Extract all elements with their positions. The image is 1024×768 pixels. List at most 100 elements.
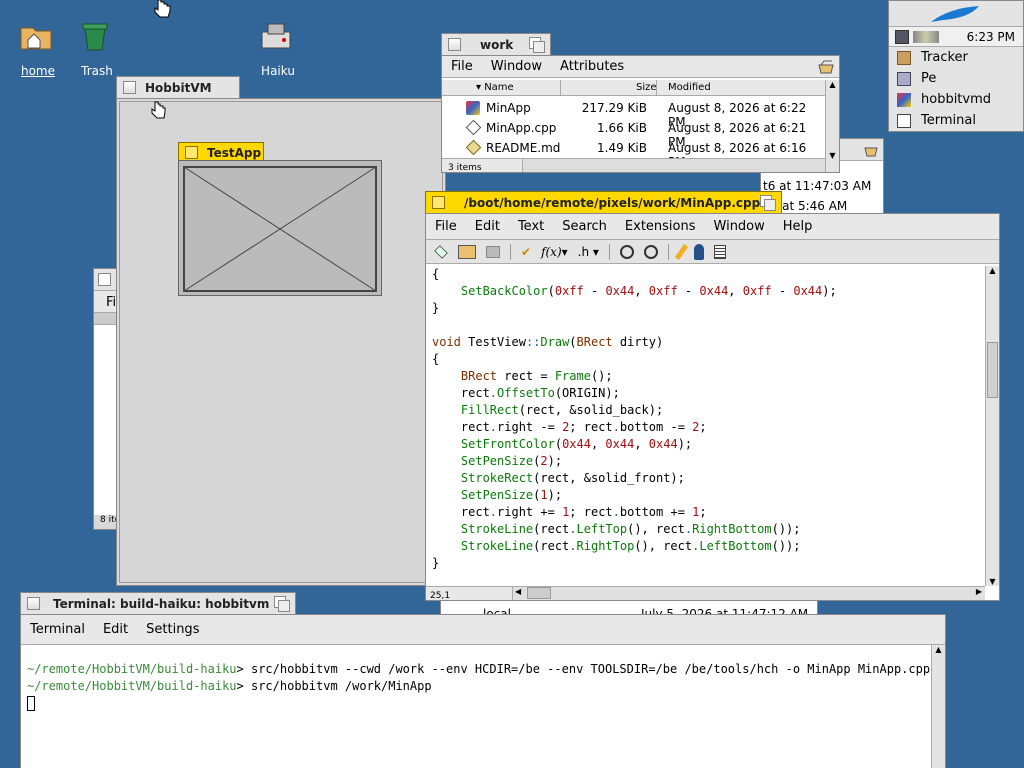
file-size: 1.49 KiB xyxy=(597,141,647,155)
testapp-tab[interactable]: TestApp xyxy=(178,142,264,162)
cursor-position: 25,1 xyxy=(430,591,451,601)
menu-file[interactable]: File xyxy=(426,219,466,234)
window-title: work xyxy=(480,37,514,52)
deskbar: 6:23 PM Tracker Pe hobbitvmd Terminal xyxy=(888,0,1024,132)
function-menu-icon[interactable]: f(x)▾ xyxy=(541,245,568,259)
tracker-menu-icon[interactable] xyxy=(863,142,879,158)
new-doc-icon[interactable] xyxy=(434,244,448,259)
text-file-icon xyxy=(465,139,482,156)
info-icon[interactable] xyxy=(693,243,704,260)
file-row[interactable]: README.md 1.49 KiB August 8, 2026 at 6:1… xyxy=(442,138,825,169)
vertical-scrollbar[interactable]: ▲ ▼ xyxy=(825,80,839,172)
horizontal-scrollbar[interactable] xyxy=(522,159,825,172)
code-line: void TestView::Draw(BRect dirty) xyxy=(432,335,664,349)
window-title: HobbitVM xyxy=(145,80,212,95)
menu-attributes[interactable]: Attributes xyxy=(551,59,633,74)
tray-icon[interactable] xyxy=(913,30,939,43)
file-size: 217.29 KiB xyxy=(581,101,647,115)
menu-edit[interactable]: Edit xyxy=(466,219,509,234)
testview[interactable] xyxy=(183,166,377,292)
zoom-icon[interactable] xyxy=(529,37,545,53)
tracker-menu-icon[interactable] xyxy=(817,59,835,75)
close-icon[interactable] xyxy=(448,38,461,51)
deskbar-item-hobbitvmd[interactable]: hobbitvmd xyxy=(889,89,1023,110)
save-icon[interactable] xyxy=(486,245,500,258)
menu-text[interactable]: Text xyxy=(509,219,553,234)
close-icon[interactable] xyxy=(432,196,445,209)
menu-help[interactable]: Help xyxy=(774,219,822,234)
work-tab[interactable]: work xyxy=(441,33,551,55)
code-line: SetPenSize(2); xyxy=(460,454,563,468)
code-line: } xyxy=(432,301,440,315)
horizontal-scrollbar[interactable]: ◀ ▶ xyxy=(512,587,985,600)
file-name: MinApp.cpp xyxy=(486,121,557,135)
file-name: README.md xyxy=(486,141,561,155)
find-next-icon[interactable] xyxy=(643,244,658,259)
deskbar-item-label: Tracker xyxy=(921,50,968,65)
app-icon xyxy=(897,92,911,107)
vertical-scrollbar[interactable]: ▲ xyxy=(931,645,945,768)
header-menu-icon[interactable]: .h ▾ xyxy=(578,245,599,259)
close-icon[interactable] xyxy=(98,273,111,286)
file-list: MinApp 217.29 KiB August 8, 2026 at 6:22… xyxy=(442,98,825,169)
terminal-output[interactable]: ~/remote/HobbitVM/build-haiku> src/hobbi… xyxy=(27,661,930,712)
status-bar: 3 items xyxy=(442,158,825,173)
menu-search[interactable]: Search xyxy=(553,219,616,234)
command-text: src/hobbitvm /work/MinApp xyxy=(250,679,432,693)
terminal-cursor xyxy=(27,696,35,711)
zoom-icon[interactable] xyxy=(274,596,290,612)
hand-cursor-icon xyxy=(151,101,166,119)
close-icon[interactable] xyxy=(185,146,198,159)
hobbitvm-tab[interactable]: HobbitVM xyxy=(116,76,240,98)
settings-icon[interactable] xyxy=(713,244,726,259)
prompt-path: ~/remote/HobbitVM/build-haiku xyxy=(27,679,237,693)
deskbar-item-pe[interactable]: Pe xyxy=(889,68,1023,89)
item-count: 3 items xyxy=(448,163,482,173)
menu-window[interactable]: Window xyxy=(482,59,551,74)
close-icon[interactable] xyxy=(123,81,136,94)
column-name[interactable]: ▾ Name xyxy=(476,82,514,93)
check-icon[interactable]: ✔ xyxy=(521,245,531,259)
workspaces-icon[interactable] xyxy=(895,29,909,44)
zoom-icon[interactable] xyxy=(760,195,776,211)
code-editor[interactable]: { SetBackColor(0xff - 0x44, 0xff - 0x44,… xyxy=(432,266,983,584)
deskbar-item-terminal[interactable]: Terminal xyxy=(889,110,1023,131)
desktop-icon-trash[interactable]: Trash xyxy=(77,18,117,78)
deskbar-item-label: hobbitvmd xyxy=(921,92,992,107)
toolbar: ✔ f(x)▾ .h ▾ xyxy=(426,240,999,264)
code-line: rect.right += 1; rect.bottom += 1; xyxy=(432,505,707,519)
menu-window[interactable]: Window xyxy=(705,219,774,234)
menu-terminal[interactable]: Terminal xyxy=(21,622,94,637)
pencil-icon[interactable] xyxy=(674,243,689,260)
close-icon[interactable] xyxy=(27,597,40,610)
file-row[interactable]: MinApp.cpp 1.66 KiB August 8, 2026 at 6:… xyxy=(442,118,825,149)
open-icon[interactable] xyxy=(458,244,476,259)
deskbar-logo[interactable] xyxy=(889,1,1023,27)
source-file-icon xyxy=(465,119,482,136)
find-icon[interactable] xyxy=(619,244,634,259)
file-row[interactable]: MinApp 217.29 KiB August 8, 2026 at 6:22… xyxy=(442,98,825,129)
deskbar-time[interactable]: 6:23 PM xyxy=(967,30,1015,44)
menu-settings[interactable]: Settings xyxy=(137,622,208,637)
menu-extensions[interactable]: Extensions xyxy=(616,219,705,234)
code-line: { xyxy=(432,352,440,366)
vertical-scrollbar[interactable]: ▲ ▼ xyxy=(985,266,999,586)
menu-file[interactable]: File xyxy=(442,59,482,74)
desktop-icon-haiku[interactable]: Haiku xyxy=(258,18,298,78)
menu-edit[interactable]: Edit xyxy=(94,622,137,637)
terminal-tab[interactable]: Terminal: build-haiku: hobbitvm xyxy=(20,592,296,614)
window-title: TestApp xyxy=(207,145,262,160)
column-modified[interactable]: Modified xyxy=(668,82,711,93)
code-line: StrokeRect(rect, &solid_front); xyxy=(460,471,685,485)
scroll-thumb[interactable] xyxy=(987,342,998,398)
window-title: Terminal: build-haiku: hobbitvm xyxy=(53,596,270,611)
haiku-leaf-icon xyxy=(931,6,979,22)
tracker-icon xyxy=(897,50,911,65)
desktop-icon-home[interactable]: home xyxy=(18,18,58,78)
column-size[interactable]: Size xyxy=(636,82,657,93)
code-line: SetPenSize(1); xyxy=(460,488,563,502)
deskbar-item-tracker[interactable]: Tracker xyxy=(889,47,1023,68)
pe-tab[interactable]: /boot/home/remote/pixels/work/MinApp.cpp xyxy=(425,191,782,213)
prompt-path: ~/remote/HobbitVM/build-haiku xyxy=(27,662,237,676)
trash-icon xyxy=(82,23,108,51)
